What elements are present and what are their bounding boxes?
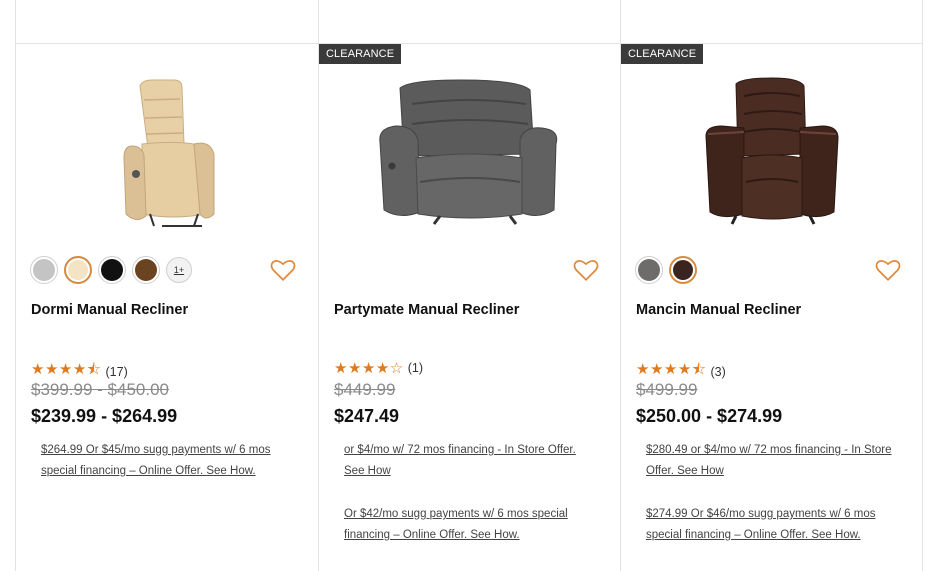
sale-price: $247.49: [334, 406, 400, 426]
product-rating[interactable]: ★★★★☆ (1): [334, 359, 423, 377]
sale-price: $250.00 - $274.99: [636, 406, 783, 426]
clearance-badge: CLEARANCE: [621, 44, 704, 64]
financing-link[interactable]: $274.99 Or $46/mo sugg payments w/ 6 mos…: [646, 504, 901, 546]
wishlist-heart-icon[interactable]: [875, 258, 901, 282]
original-price: $499.99: [636, 380, 698, 399]
wishlist-heart-icon[interactable]: [573, 258, 599, 282]
color-swatches: 1+: [30, 256, 192, 284]
product-grid: 1+ Dormi Manual Recliner ★★★★⯪ (17) $399…: [15, 0, 923, 571]
financing-link[interactable]: $280.49 or $4/mo w/ 72 mos financing - I…: [646, 440, 901, 482]
product-card[interactable]: CLEARANCE Partymate Manual Recliner ★★★★…: [319, 44, 621, 571]
product-card[interactable]: CLEARANCE Mancin Manual Recliner ★★★★⯪ (…: [621, 44, 923, 571]
review-count: (17): [105, 364, 128, 379]
color-swatches: [635, 256, 697, 284]
original-price: $399.99 - $450.00: [31, 380, 170, 399]
swatch-gray[interactable]: [30, 256, 58, 284]
swatch-gray[interactable]: [635, 256, 663, 284]
product-name[interactable]: Partymate Manual Recliner: [334, 302, 519, 318]
swatch-brown[interactable]: [669, 256, 697, 284]
wishlist-heart-icon[interactable]: [270, 258, 296, 282]
financing-link[interactable]: or $4/mo w/ 72 mos financing - In Store …: [344, 440, 599, 482]
product-image[interactable]: [319, 74, 621, 244]
more-swatches-button[interactable]: 1+: [166, 257, 192, 283]
swatch-brown[interactable]: [132, 256, 160, 284]
original-price: $449.99: [334, 380, 396, 399]
product-image[interactable]: [621, 74, 923, 244]
review-count: (1): [407, 361, 424, 375]
swatch-cream[interactable]: [64, 256, 92, 284]
star-rating-icon: ★★★★☆: [334, 359, 404, 377]
previous-row: [15, 0, 923, 44]
product-name[interactable]: Dormi Manual Recliner: [31, 302, 188, 318]
product-card[interactable]: 1+ Dormi Manual Recliner ★★★★⯪ (17) $399…: [16, 44, 318, 571]
financing-link[interactable]: Or $42/mo sugg payments w/ 6 mos special…: [344, 504, 599, 546]
sale-price: $239.99 - $264.99: [31, 406, 178, 426]
product-image[interactable]: [16, 74, 318, 244]
financing-link[interactable]: $264.99 Or $45/mo sugg payments w/ 6 mos…: [41, 440, 296, 482]
product-name[interactable]: Mancin Manual Recliner: [636, 302, 801, 318]
clearance-badge: CLEARANCE: [319, 44, 402, 64]
review-count: (3): [710, 364, 726, 379]
swatch-black[interactable]: [98, 256, 126, 284]
